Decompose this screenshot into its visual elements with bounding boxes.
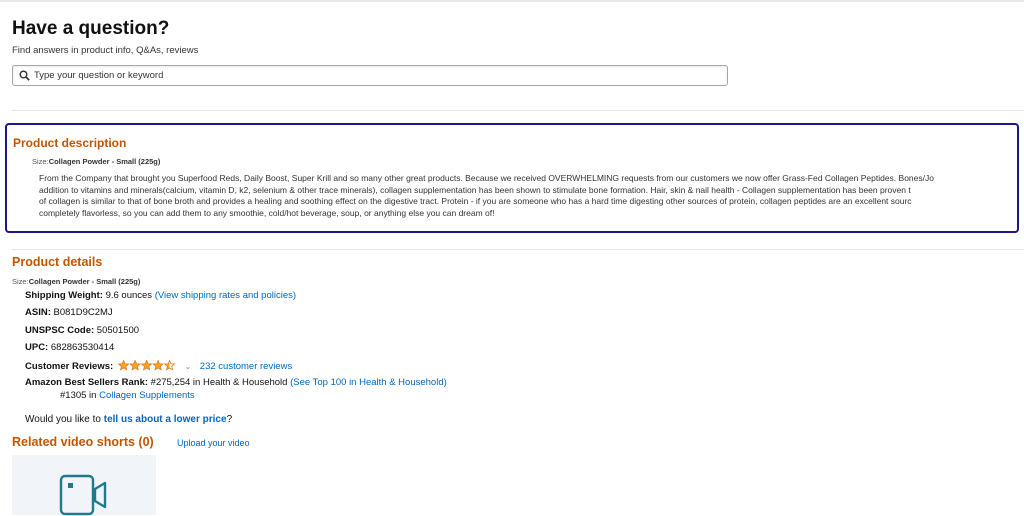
- upc-value: 682863530414: [50, 342, 115, 353]
- video-camera-icon: [59, 474, 107, 516]
- lower-price-prompt: Would you like to tell us about a lower …: [25, 414, 232, 425]
- asin-row: ASIN: B081D9C2MJ: [25, 307, 113, 318]
- question-search-input[interactable]: [34, 67, 714, 84]
- question-heading: Have a question?: [12, 18, 170, 39]
- product-description-section: Product description Size:Collagen Powder…: [5, 123, 1019, 233]
- sub-category-rank-value: #1305 in: [60, 390, 97, 401]
- details-size: Size:Collagen Powder - Small (225g): [12, 277, 140, 286]
- section-divider: [12, 249, 1024, 250]
- star-icon: [117, 360, 130, 371]
- section-divider: [12, 110, 1024, 111]
- description-size-value: Collagen Powder - Small (225g): [48, 157, 161, 166]
- description-line: completely flavorless, so you can add th…: [39, 207, 495, 218]
- asin-label: ASIN:: [25, 307, 51, 318]
- upload-video-link[interactable]: Upload your video: [177, 438, 250, 448]
- star-icon: [128, 360, 141, 371]
- lower-price-suffix: ?: [226, 414, 233, 425]
- customer-reviews-link[interactable]: 232 customer reviews: [200, 361, 292, 372]
- details-size-value: Collagen Powder - Small (225g): [28, 277, 141, 286]
- star-icon: [151, 360, 164, 371]
- chevron-down-icon[interactable]: ⌄: [184, 362, 191, 371]
- question-search-box[interactable]: [12, 65, 728, 86]
- best-sellers-rank-row: Amazon Best Sellers Rank: #275,254 in He…: [25, 377, 447, 388]
- best-sellers-rank-label: Amazon Best Sellers Rank:: [25, 377, 149, 388]
- details-size-label: Size:: [12, 277, 29, 286]
- collagen-supplements-link[interactable]: Collagen Supplements: [99, 390, 195, 401]
- product-description-text: From the Company that brought you Superf…: [39, 173, 1017, 219]
- description-size: Size:Collagen Powder - Small (225g): [32, 157, 160, 166]
- shipping-weight-row: Shipping Weight: 9.6 ounces (View shippi…: [25, 290, 296, 301]
- lower-price-link[interactable]: tell us about a lower price: [104, 414, 227, 425]
- description-size-label: Size:: [32, 157, 49, 166]
- product-details-title: Product details: [12, 255, 103, 269]
- shipping-weight-label: Shipping Weight:: [25, 290, 103, 301]
- customer-reviews-label: Customer Reviews:: [25, 361, 114, 372]
- unspsc-row: UNSPSC Code: 50501500: [25, 325, 139, 336]
- top-divider: [0, 0, 1024, 2]
- asin-value: B081D9C2MJ: [53, 307, 113, 318]
- unspsc-label: UNSPSC Code:: [25, 325, 95, 336]
- upload-video-tile[interactable]: [12, 455, 156, 516]
- star-icon: [163, 360, 176, 371]
- lower-price-prefix: Would you like to: [25, 414, 101, 425]
- see-top-100-link[interactable]: (See Top 100 in Health & Household): [290, 377, 447, 388]
- upc-label: UPC:: [25, 342, 49, 353]
- search-icon: [19, 70, 30, 81]
- description-line: From the Company that brought you Superf…: [39, 173, 934, 183]
- star-rating-icon[interactable]: [117, 360, 176, 371]
- star-icon: [140, 360, 153, 371]
- customer-reviews-row: Customer Reviews: ⌄ 232 customer reviews: [25, 360, 292, 372]
- best-sellers-rank-value: #275,254 in Health & Household: [150, 377, 288, 388]
- sub-category-rank: #1305 in Collagen Supplements: [60, 390, 195, 401]
- shipping-rates-link[interactable]: (View shipping rates and policies): [155, 290, 296, 301]
- shipping-weight-value: 9.6 ounces: [105, 290, 153, 301]
- related-videos-title: Related video shorts (0): [12, 435, 154, 449]
- upc-row: UPC: 682863530414: [25, 342, 114, 353]
- product-description-title: Product description: [13, 136, 127, 150]
- question-subtitle: Find answers in product info, Q&As, revi…: [12, 45, 199, 56]
- description-line: of collagen is similar to that of bone b…: [39, 196, 912, 206]
- unspsc-value: 50501500: [96, 325, 140, 336]
- description-line: addition to vitamins and minerals(calciu…: [39, 184, 911, 195]
